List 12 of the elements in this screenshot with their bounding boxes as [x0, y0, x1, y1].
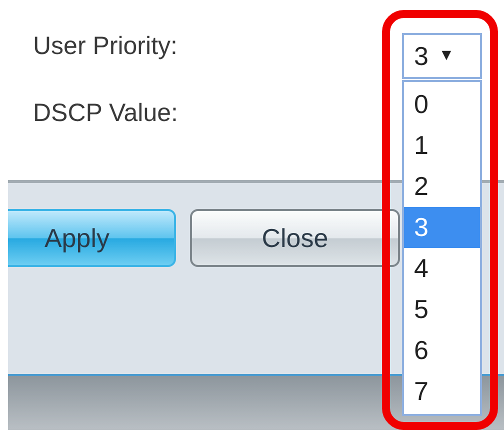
priority-select[interactable]: 3 ▼ [402, 33, 482, 79]
dropdown-option[interactable]: 5 [404, 289, 480, 330]
dropdown-option[interactable]: 4 [404, 248, 480, 289]
dropdown-option[interactable]: 0 [404, 84, 480, 125]
dialog-button[interactable]: Apply [8, 209, 176, 267]
dialog-button[interactable]: Close [190, 209, 400, 267]
field-label: DSCP Value: [33, 99, 178, 127]
dropdown-option[interactable]: 7 [404, 371, 480, 412]
dropdown-option[interactable]: 2 [404, 166, 480, 207]
dropdown-option[interactable]: 6 [404, 330, 480, 371]
field-label: User Priority: [33, 32, 178, 60]
dropdown-option[interactable]: 1 [404, 125, 480, 166]
